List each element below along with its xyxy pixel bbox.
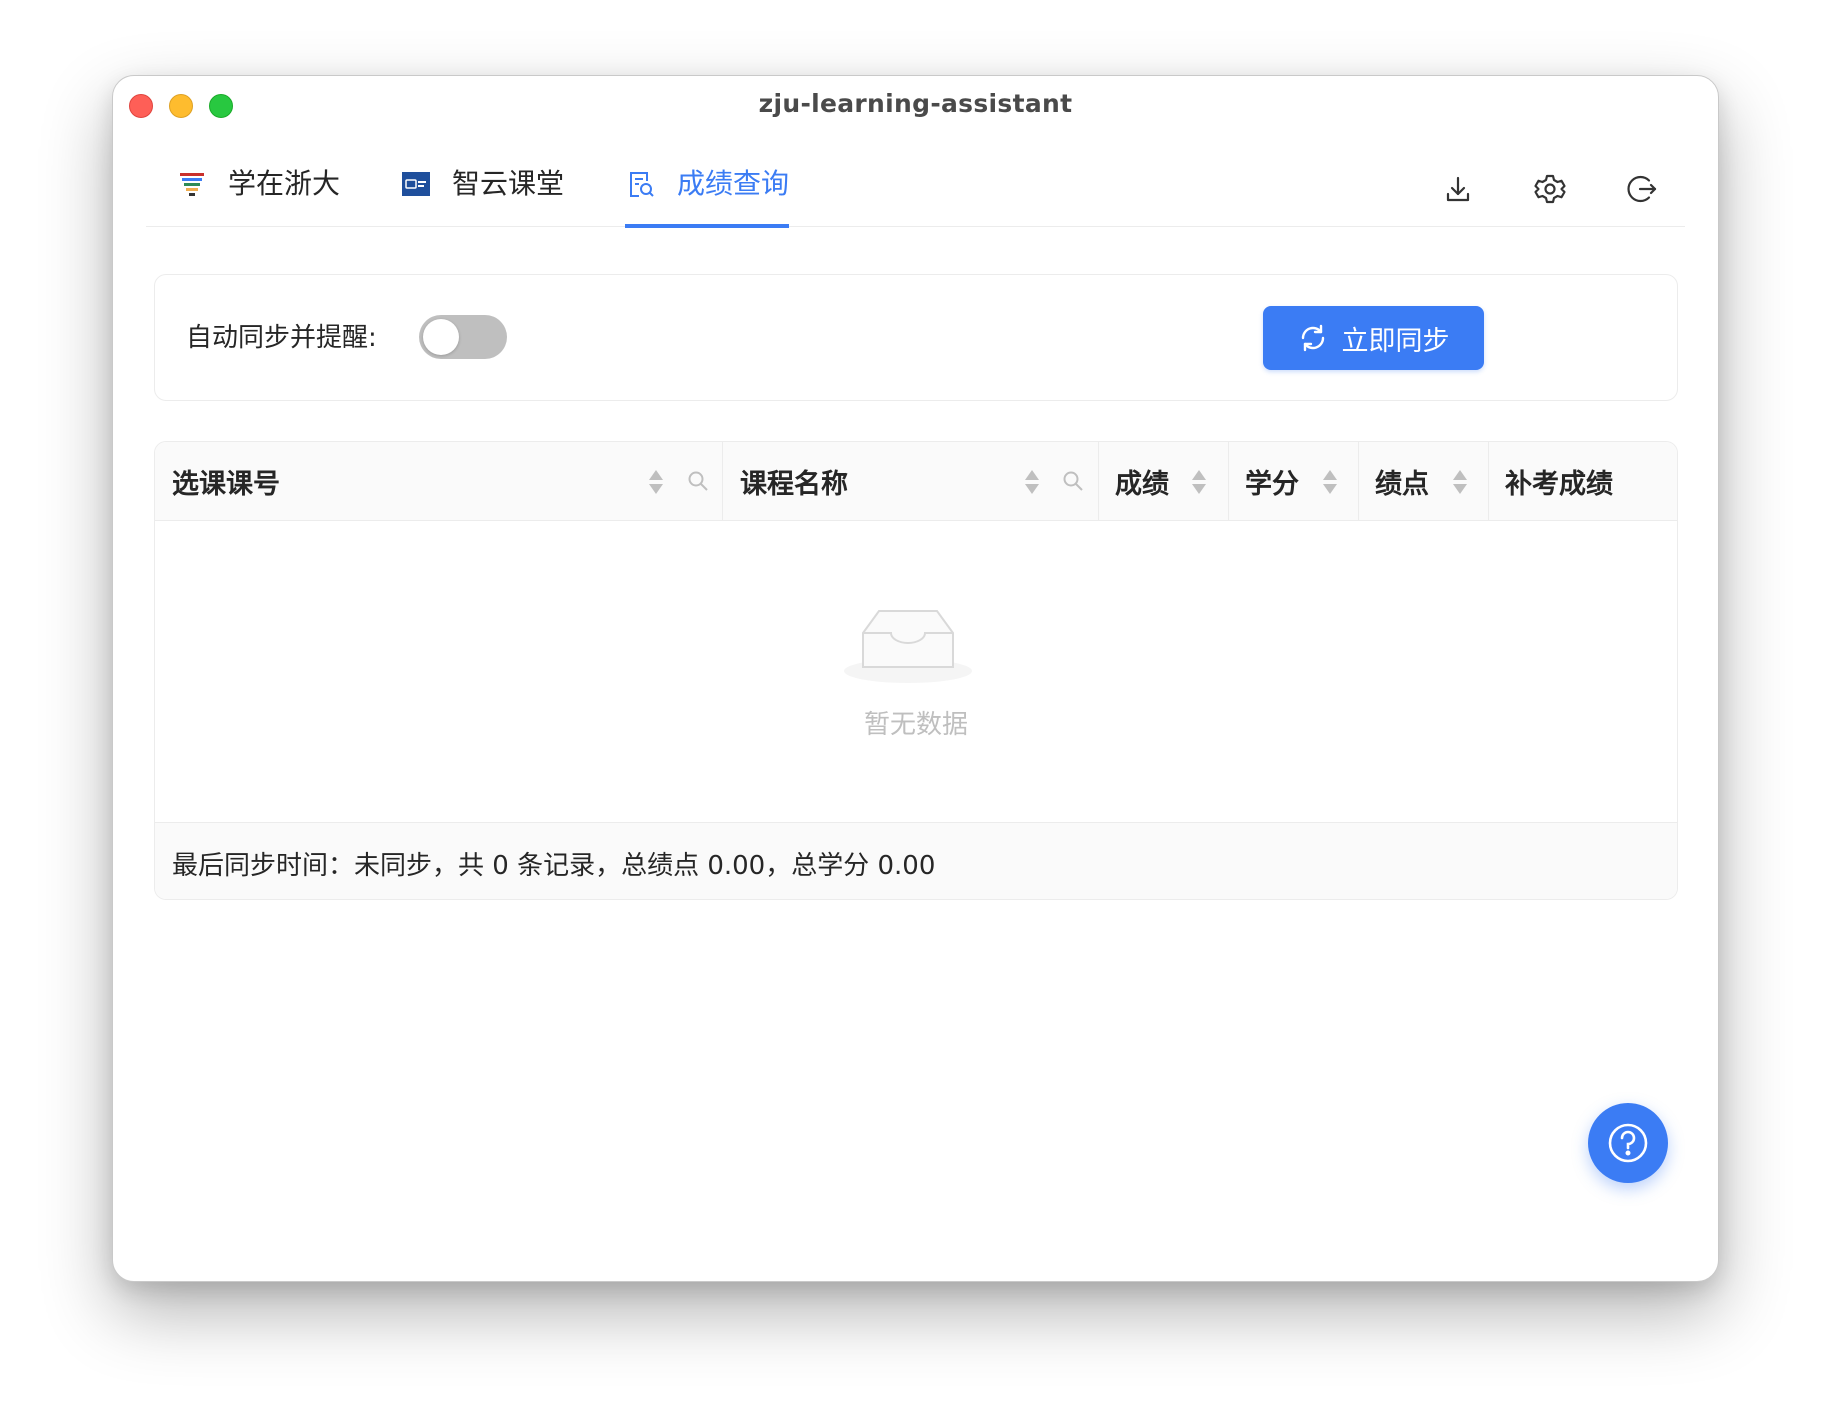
column-divider: [1098, 442, 1099, 520]
toggle-knob: [423, 319, 459, 355]
settings-icon[interactable]: [1533, 172, 1567, 206]
sync-now-label: 立即同步: [1341, 325, 1450, 357]
search-icon[interactable]: [1062, 470, 1084, 492]
app-window: zju-learning-assistant 学在浙大 智云课堂 成绩查询 自动…: [112, 75, 1719, 1282]
column-header-course-name[interactable]: 课程名称: [740, 442, 848, 520]
tab-xuezaizheda[interactable]: 学在浙大: [176, 164, 340, 226]
zhiyun-logo-icon: [402, 172, 430, 196]
sync-summary: 最后同步时间：未同步，共 0 条记录，总绩点 0.00，总学分 0.00: [172, 851, 936, 881]
column-label: 成绩: [1115, 468, 1169, 500]
download-icon[interactable]: [1441, 172, 1475, 206]
sync-icon: [1301, 324, 1324, 352]
column-divider: [1358, 442, 1359, 520]
table-header: 选课课号 课程名称 成绩 学分 绩点 补考成绩: [155, 442, 1677, 521]
empty-state-text: 暂无数据: [863, 710, 968, 740]
sort-icon[interactable]: [1321, 468, 1339, 496]
column-label: 学分: [1245, 468, 1299, 500]
tab-label: 学在浙大: [228, 167, 341, 200]
search-icon[interactable]: [687, 470, 709, 492]
help-button[interactable]: [1588, 1103, 1668, 1183]
column-divider: [1228, 442, 1229, 520]
sort-icon[interactable]: [1190, 468, 1208, 496]
tab-bar: 学在浙大 智云课堂 成绩查询: [146, 134, 1685, 228]
help-icon: [1608, 1123, 1648, 1163]
title-bar: zju-learning-assistant: [113, 76, 1718, 132]
column-header-makeup-score: 补考成绩: [1505, 442, 1613, 520]
window-title: zju-learning-assistant: [758, 89, 1073, 118]
column-label: 补考成绩: [1505, 468, 1613, 500]
column-header-course-code[interactable]: 选课课号: [172, 442, 280, 520]
column-label: 绩点: [1375, 468, 1429, 500]
grade-search-icon: [630, 172, 654, 197]
auto-sync-label: 自动同步并提醒:: [186, 323, 377, 353]
column-header-credit[interactable]: 学分: [1245, 442, 1299, 520]
column-divider: [722, 442, 723, 520]
sync-now-button[interactable]: 立即同步: [1263, 306, 1484, 370]
tab-label: 智云课堂: [452, 167, 565, 200]
sort-icon[interactable]: [647, 468, 665, 496]
auto-sync-toggle[interactable]: [419, 315, 507, 359]
table-footer: 最后同步时间：未同步，共 0 条记录，总绩点 0.00，总学分 0.00: [155, 822, 1677, 899]
empty-inbox-icon: [844, 610, 972, 683]
column-header-gpa[interactable]: 绩点: [1375, 442, 1429, 520]
sync-panel: 自动同步并提醒: 立即同步: [154, 274, 1678, 401]
tab-grade-query[interactable]: 成绩查询: [625, 164, 790, 228]
zju-logo-icon: [180, 173, 204, 196]
sort-icon[interactable]: [1023, 468, 1041, 496]
sort-icon[interactable]: [1451, 468, 1469, 496]
column-divider: [1488, 442, 1489, 520]
tab-zhiyunketang[interactable]: 智云课堂: [400, 164, 564, 226]
column-header-score[interactable]: 成绩: [1115, 442, 1169, 520]
column-label: 选课课号: [172, 468, 280, 500]
logout-icon[interactable]: [1625, 172, 1659, 206]
grades-table: 选课课号 课程名称 成绩 学分 绩点 补考成绩 暂无数据 最后同步时间：未同步，…: [154, 441, 1678, 900]
tab-label: 成绩查询: [677, 167, 790, 200]
column-label: 课程名称: [740, 468, 848, 500]
